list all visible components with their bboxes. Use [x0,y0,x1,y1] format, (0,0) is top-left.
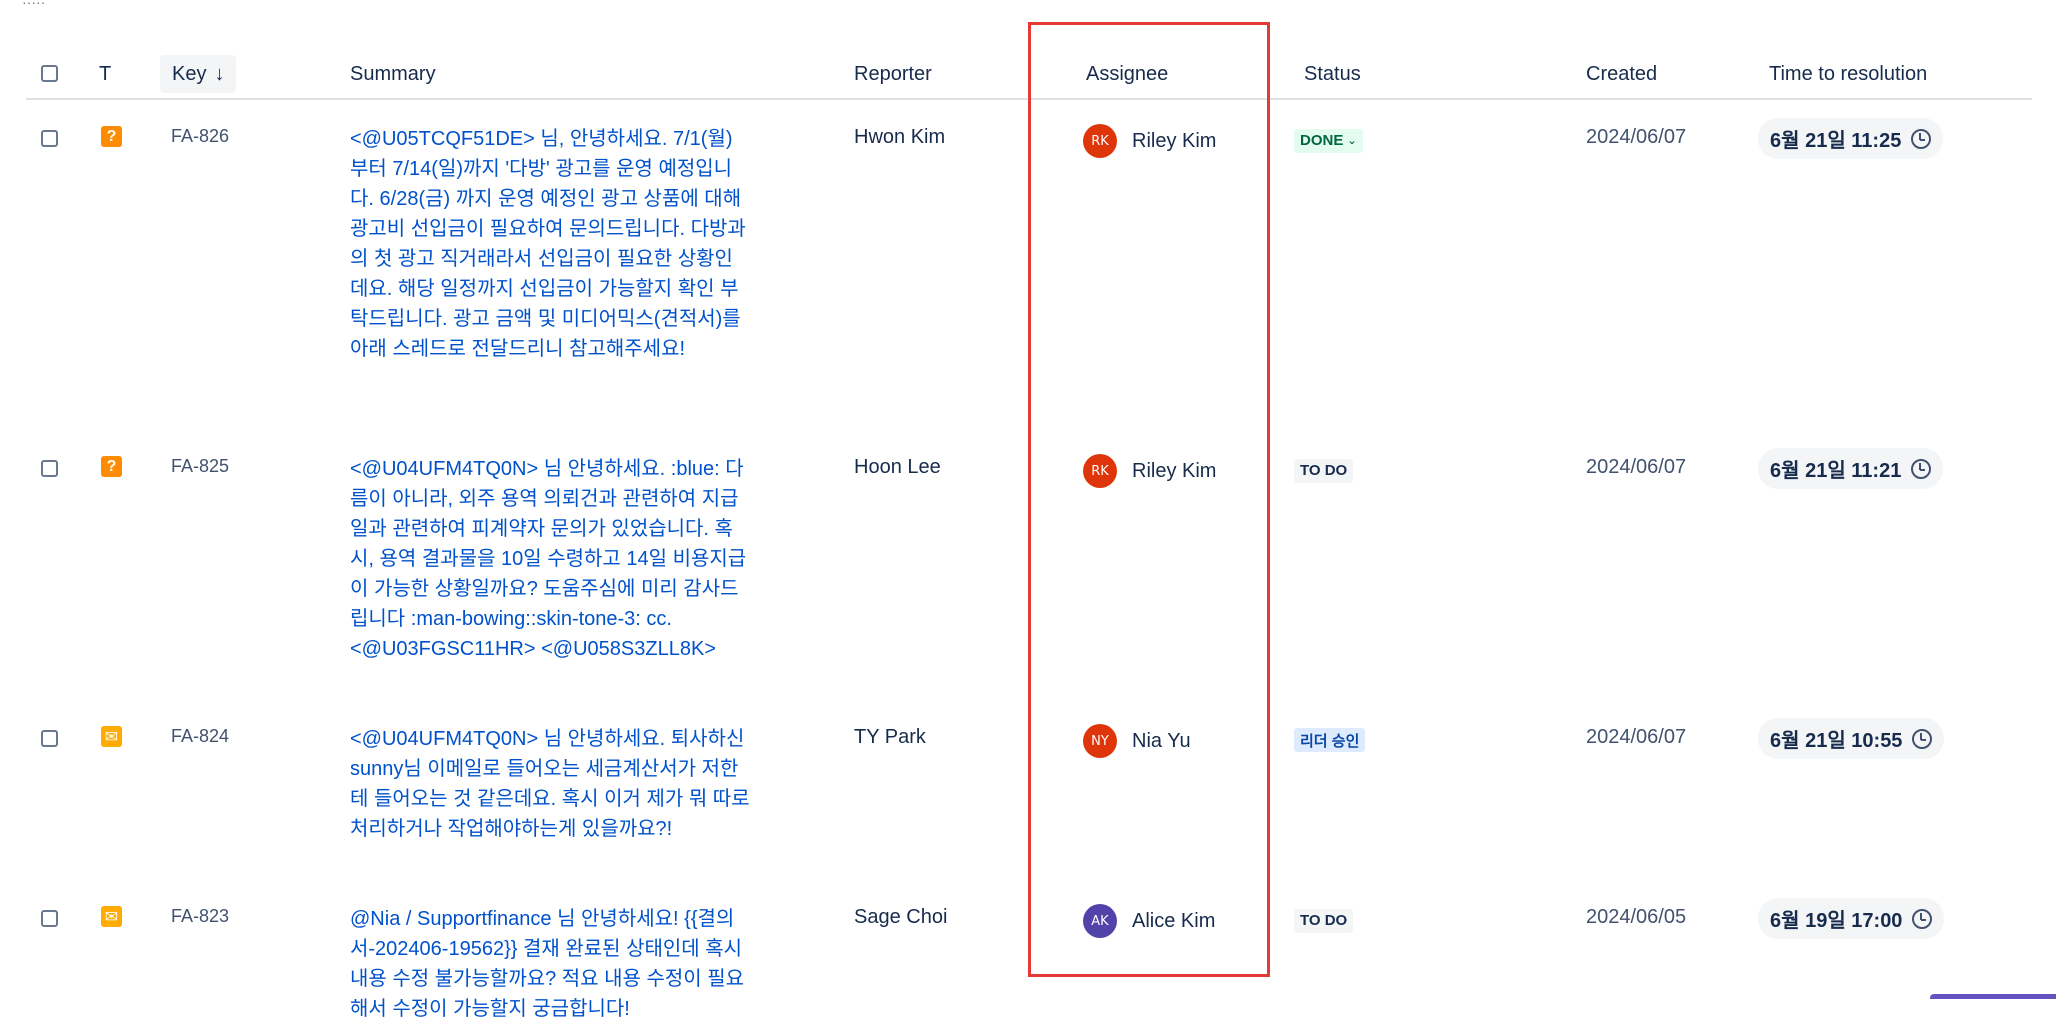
question-icon: ? [101,126,122,147]
issue-summary-link[interactable]: <@U04UFM4TQ0N> 님 안녕하세요. 퇴사하신 sunny님 이메일로… [350,724,750,844]
avatar: AK [1083,904,1117,938]
reporter-name: Hwon Kim [854,126,946,148]
ttr-value: 6월 19일 17:00 [1770,910,1903,932]
assignee-cell[interactable]: NY Nia Yu [1083,724,1191,758]
select-all-checkbox[interactable] [41,65,58,82]
ttr-value: 6월 21일 11:21 [1770,460,1902,482]
corner-bar [1930,994,2056,999]
created-date: 2024/06/07 [1586,456,1687,478]
table-header: T Key ↓ Summary Reporter Assignee Status … [26,50,2032,100]
column-header-summary[interactable]: Summary [350,50,436,98]
clock-icon [1912,728,1933,749]
row-checkbox[interactable] [41,910,58,933]
column-header-reporter[interactable]: Reporter [854,50,932,98]
ttr-value: 6월 21일 11:25 [1770,130,1902,152]
issue-key-link[interactable]: FA-826 [171,126,229,147]
chevron-down-icon: ⌄ [1347,135,1357,147]
issue-summary-link[interactable]: <@U04UFM4TQ0N> 님 안녕하세요. :blue: 다름이 아니라, … [350,454,750,664]
created-date: 2024/06/07 [1586,726,1687,748]
ttr-value: 6월 21일 10:55 [1770,730,1903,752]
status-label: TO DO [1300,462,1348,479]
reporter-name: TY Park [854,726,926,748]
assignee-cell[interactable]: RK Riley Kim [1083,124,1216,158]
column-header-created[interactable]: Created [1586,50,1657,98]
row-checkbox[interactable] [41,460,58,483]
created-date: 2024/06/05 [1586,906,1687,928]
created-date: 2024/06/07 [1586,126,1687,148]
status-label: DONE [1300,132,1344,149]
column-header-status[interactable]: Status [1304,50,1361,98]
reporter-name: Hoon Lee [854,456,941,478]
row-checkbox[interactable] [41,130,58,153]
assignee-cell[interactable]: RK Riley Kim [1083,454,1216,488]
top-fragment: ····· [22,0,46,10]
avatar: RK [1083,124,1117,158]
time-to-resolution: 6월 19일 17:00 [1758,898,1945,939]
assignee-name: Alice Kim [1132,909,1216,932]
column-header-type[interactable]: T [99,50,111,98]
status-label: TO DO [1300,912,1348,929]
status-lozenge[interactable]: DONE ⌄ [1294,128,1363,153]
issue-key-link[interactable]: FA-823 [171,906,229,927]
column-header-key[interactable]: Key ↓ [160,55,237,93]
email-icon: ✉ [101,726,122,747]
status-lozenge[interactable]: TO DO [1294,908,1354,933]
reporter-name: Sage Choi [854,906,948,928]
issue-summary-link[interactable]: @Nia / Supportfinance 님 안녕하세요! {{결의서-202… [350,904,750,1024]
clock-icon [1911,458,1932,479]
issue-table: T Key ↓ Summary Reporter Assignee Status … [26,50,2032,100]
time-to-resolution: 6월 21일 10:55 [1758,718,1945,759]
status-lozenge[interactable]: 리더 승인 [1294,728,1366,752]
assignee-name: Nia Yu [1132,729,1191,752]
avatar: RK [1083,454,1117,488]
clock-icon [1911,128,1932,149]
column-header-assignee[interactable]: Assignee [1086,50,1168,98]
issue-summary-link[interactable]: <@U05TCQF51DE> 님, 안녕하세요. 7/1(월)부터 7/14(일… [350,124,750,364]
status-label: 리더 승인 [1300,732,1360,750]
avatar: NY [1083,724,1117,758]
row-checkbox[interactable] [41,730,58,753]
issue-key-link[interactable]: FA-824 [171,726,229,747]
sort-descending-icon: ↓ [214,63,225,85]
time-to-resolution: 6월 21일 11:21 [1758,448,1944,489]
assignee-name: Riley Kim [1132,459,1217,482]
status-lozenge[interactable]: TO DO [1294,458,1354,483]
assignee-name: Riley Kim [1132,129,1217,152]
column-header-key-label: Key [172,63,207,85]
assignee-highlight-box [1028,22,1270,977]
clock-icon [1912,908,1933,929]
question-icon: ? [101,456,122,477]
assignee-cell[interactable]: AK Alice Kim [1083,904,1215,938]
email-icon: ✉ [101,906,122,927]
issue-key-link[interactable]: FA-825 [171,456,229,477]
column-header-time-to-resolution[interactable]: Time to resolution [1769,50,1927,98]
time-to-resolution: 6월 21일 11:25 [1758,118,1944,159]
